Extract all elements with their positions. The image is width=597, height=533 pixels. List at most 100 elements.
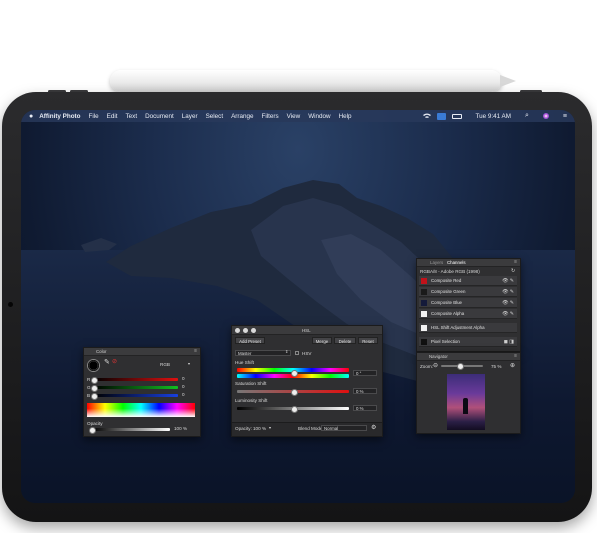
channel-swatch — [421, 289, 427, 295]
selection-icons[interactable]: ◼ ◨ — [504, 339, 514, 345]
tab-channels[interactable]: Channels — [447, 260, 466, 265]
navigator-menu-icon[interactable]: ≡ — [514, 353, 517, 359]
color-mode-select[interactable]: RGB — [160, 362, 170, 367]
wifi-icon[interactable] — [422, 113, 431, 119]
close-window-icon[interactable] — [235, 327, 240, 333]
saturation-shift-label: Saturation Shift — [235, 381, 267, 386]
delete-button[interactable]: Delete — [334, 337, 356, 344]
minimize-window-icon[interactable] — [243, 327, 248, 333]
navigator-preview[interactable] — [447, 374, 485, 430]
zoom-value[interactable]: 75 % — [491, 364, 501, 369]
sidecar-icon[interactable] — [436, 112, 446, 120]
eyedropper-icon[interactable]: ✎ — [104, 358, 110, 366]
blend-mode-label: Blend Mode: — [298, 426, 324, 431]
navigator-panel[interactable]: Navigator ≡ Zoom: ⊖ 75 % ⊕ — [416, 352, 521, 434]
channel-select-value: Master — [238, 351, 252, 356]
layer-opacity-value[interactable]: 100 % — [253, 426, 266, 431]
menu-file[interactable]: File — [89, 113, 99, 120]
blue-slider-knob[interactable] — [91, 393, 98, 400]
blue-slider[interactable] — [94, 394, 178, 397]
hue-shift-knob[interactable] — [291, 370, 298, 377]
visibility-icon[interactable]: 👁 ✎ — [502, 289, 514, 295]
hsl-titlebar[interactable]: HSL — [232, 326, 382, 335]
menu-text[interactable]: Text — [126, 113, 138, 120]
zoom-window-icon[interactable] — [251, 327, 256, 333]
visibility-icon[interactable]: 👁 ✎ — [502, 300, 514, 306]
refresh-icon[interactable]: ↻ — [511, 268, 515, 274]
gear-icon[interactable]: ⚙ — [371, 424, 376, 431]
clock-text[interactable]: Tue 9:41 AM — [476, 113, 511, 120]
red-value[interactable]: 0 — [182, 376, 185, 381]
opacity-chevron-icon: ▾ — [269, 425, 272, 430]
layer-opacity-label: Opacity: — [235, 426, 252, 431]
menu-window[interactable]: Window — [308, 113, 330, 120]
no-color-icon[interactable]: ⊘ — [112, 358, 117, 365]
channel-row[interactable]: Composite Alpha 👁 ✎ — [419, 309, 517, 319]
color-panel-title: Color — [96, 349, 107, 354]
menu-edit[interactable]: Edit — [107, 113, 118, 120]
green-value[interactable]: 0 — [182, 384, 185, 389]
luminosity-shift-knob[interactable] — [291, 406, 298, 413]
red-slider[interactable] — [94, 378, 178, 381]
channel-select[interactable]: Master — [235, 350, 291, 356]
channel-row[interactable]: HSL Shift Adjustment Alpha — [419, 323, 517, 333]
saturation-shift-value[interactable]: 0 % — [353, 388, 377, 394]
channels-menu-icon[interactable]: ≡ — [514, 259, 517, 265]
battery-icon[interactable] — [451, 113, 462, 119]
channel-swatch — [421, 278, 427, 284]
red-slider-knob[interactable] — [91, 377, 98, 384]
channel-swatch — [421, 311, 427, 317]
channel-swatch — [421, 325, 427, 331]
blue-value[interactable]: 0 — [182, 392, 185, 397]
add-preset-button[interactable]: Add Preset — [235, 337, 265, 344]
blue-channel-label: B — [87, 393, 91, 398]
color-panel[interactable]: Color ≡ ✎ ⊘ RGB ▾ R 0 G 0 B 0 Opacity 10… — [83, 347, 201, 437]
siri-icon[interactable] — [542, 113, 549, 119]
preview-figure — [463, 398, 468, 414]
color-panel-titlebar[interactable]: Color ≡ — [84, 348, 200, 356]
channel-row[interactable]: Composite Green 👁 ✎ — [419, 287, 517, 297]
green-slider-knob[interactable] — [91, 385, 98, 392]
opacity-slider-knob[interactable] — [89, 427, 96, 434]
menu-help[interactable]: Help — [339, 113, 352, 120]
menu-document[interactable]: Document — [145, 113, 174, 120]
zoom-in-icon[interactable]: ⊕ — [510, 362, 515, 369]
saturation-shift-knob[interactable] — [291, 389, 298, 396]
spotlight-icon[interactable]: ⌕ — [525, 112, 529, 120]
control-center-icon[interactable]: ≡ — [563, 113, 567, 120]
color-wheel-icon[interactable] — [87, 359, 100, 372]
menu-view[interactable]: View — [287, 113, 301, 120]
channel-row[interactable]: Composite Red 👁 ✎ — [419, 276, 517, 286]
merge-button[interactable]: Merge — [312, 337, 332, 344]
panel-menu-icon[interactable]: ≡ — [194, 348, 197, 354]
apple-menu-icon[interactable]: ● — [29, 113, 33, 120]
hue-shift-value[interactable]: 0 ° — [353, 370, 377, 376]
zoom-out-icon[interactable]: ⊖ — [433, 362, 438, 369]
channels-panel[interactable]: Layers Channels ≡ RGBA/8 - Adobe RGB (19… — [416, 258, 521, 352]
menu-layer[interactable]: Layer — [182, 113, 198, 120]
luminosity-shift-value[interactable]: 0 % — [353, 405, 377, 411]
color-spectrum[interactable] — [87, 403, 195, 417]
channel-row[interactable]: Pixel Selection ◼ ◨ — [419, 337, 517, 347]
green-slider[interactable] — [94, 386, 178, 389]
visibility-icon[interactable]: 👁 ✎ — [502, 311, 514, 317]
ipad-device: ● Affinity Photo File Edit Text Document… — [2, 92, 592, 522]
tab-layers[interactable]: Layers — [430, 260, 443, 265]
menu-filters[interactable]: Filters — [261, 113, 278, 120]
visibility-icon[interactable]: 👁 ✎ — [502, 278, 514, 284]
menu-select[interactable]: Select — [206, 113, 224, 120]
opacity-value[interactable]: 100 % — [174, 426, 187, 431]
hsv-toggle[interactable]: HSV — [302, 351, 311, 356]
opacity-slider[interactable] — [92, 428, 170, 431]
blend-mode-select[interactable]: Normal — [321, 425, 367, 431]
channel-row[interactable]: Composite Blue 👁 ✎ — [419, 298, 517, 308]
app-menu[interactable]: Affinity Photo — [39, 113, 80, 120]
reset-button[interactable]: Reset — [358, 337, 378, 344]
hsv-checkbox[interactable] — [295, 351, 299, 355]
red-channel-label: R — [87, 377, 91, 382]
menu-arrange[interactable]: Arrange — [231, 113, 253, 120]
blend-mode-value: Normal — [324, 426, 339, 431]
hsl-adjustment-panel[interactable]: HSL Add Preset Merge Delete Reset Master… — [231, 325, 383, 437]
zoom-slider-knob[interactable] — [457, 363, 464, 370]
channel-swatch — [421, 339, 427, 345]
